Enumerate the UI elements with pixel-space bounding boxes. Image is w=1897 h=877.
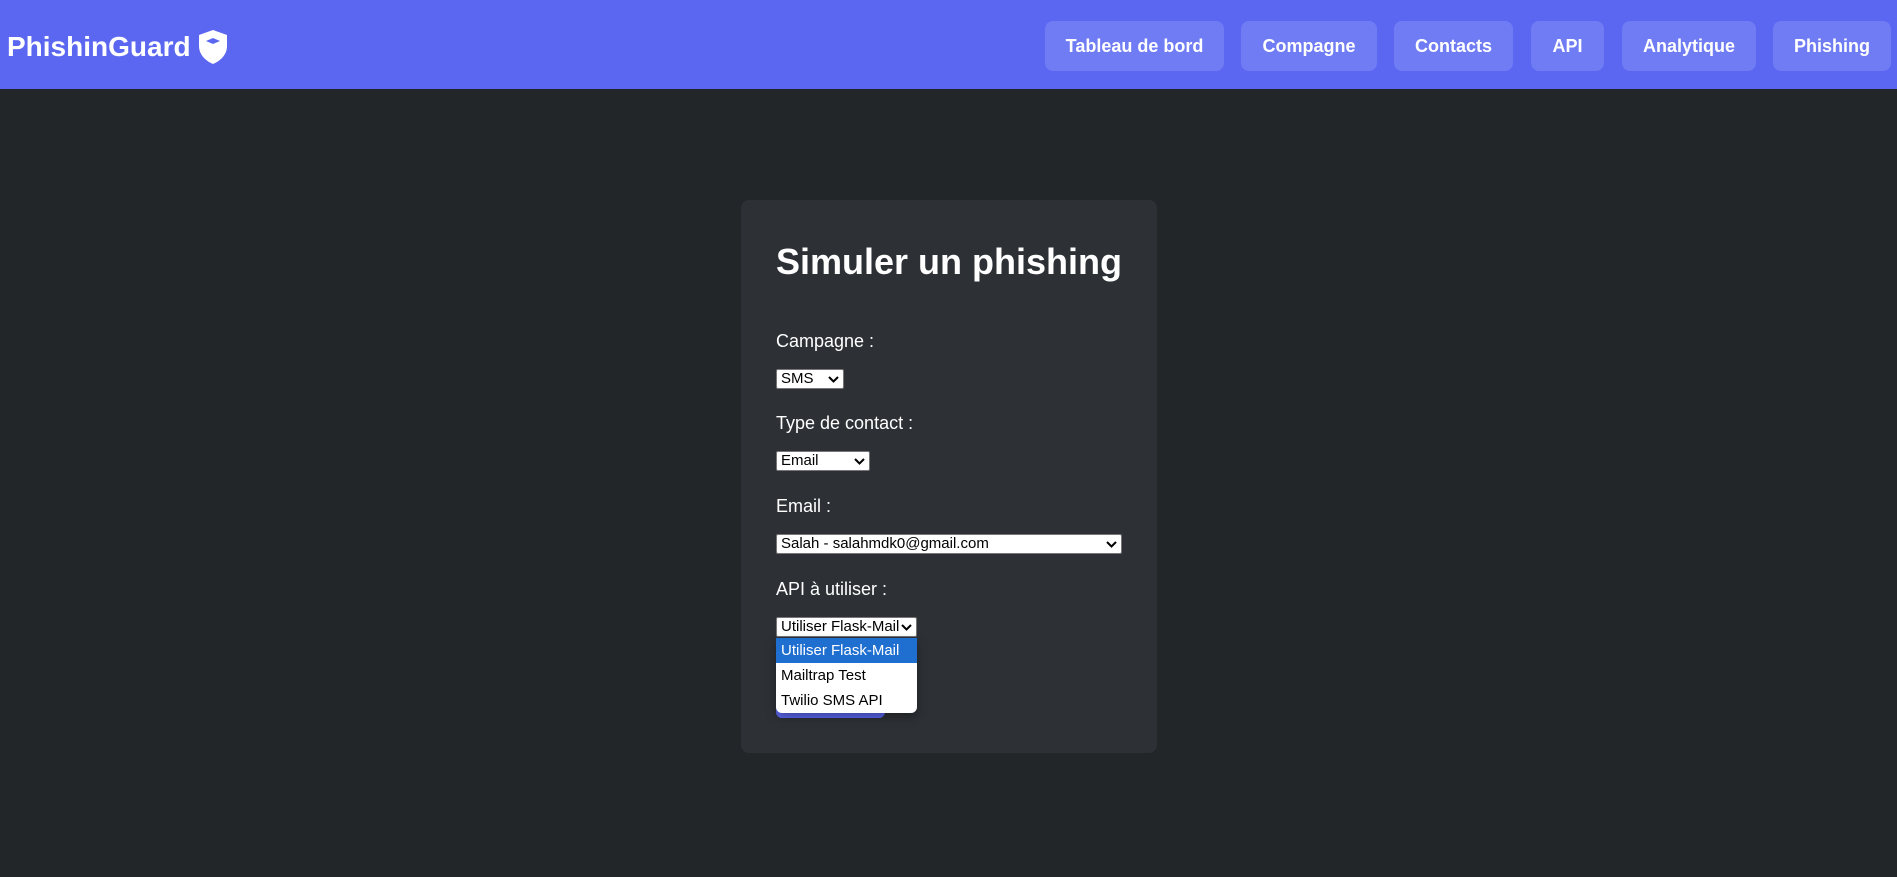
api-select[interactable]: Utiliser Flask-Mail [776,617,917,637]
api-options-dropdown: Utiliser Flask-Mail Mailtrap Test Twilio… [776,638,917,713]
nav-api[interactable]: API [1531,21,1604,71]
nav-compagne[interactable]: Compagne [1241,21,1377,71]
contact-type-select-value: Email [781,452,819,469]
chevron-down-icon [828,376,839,383]
api-option-mailtrap[interactable]: Mailtrap Test [776,663,917,688]
brand-logo[interactable]: PhishinGuard [7,29,229,65]
campaign-select-value: SMS [781,370,814,387]
nav-contacts[interactable]: Contacts [1394,21,1513,71]
chevron-down-icon [854,458,865,465]
chevron-down-icon [1106,541,1117,548]
campaign-label: Campagne : [776,331,875,351]
api-option-flask-mail[interactable]: Utiliser Flask-Mail [776,638,917,663]
brand-name: PhishinGuard [7,31,191,62]
email-label: Email : [776,496,832,516]
contact-type-select[interactable]: Email [776,451,870,471]
api-select-value: Utiliser Flask-Mail [781,618,900,635]
chevron-down-icon [901,624,912,631]
email-select[interactable]: Salah - salahmdk0@gmail.com [776,534,1122,554]
api-option-twilio[interactable]: Twilio SMS API [776,688,917,713]
shield-icon [197,29,229,65]
contact-type-label: Type de contact : [776,413,914,433]
api-label: API à utiliser : [776,579,888,599]
page-title: Simuler un phishing [775,241,1122,282]
nav-analytique[interactable]: Analytique [1622,21,1756,71]
campaign-select[interactable]: SMS [776,369,844,389]
email-select-value: Salah - salahmdk0@gmail.com [781,535,989,552]
nav-tableau-de-bord[interactable]: Tableau de bord [1045,21,1224,71]
top-navbar: PhishinGuard Tableau de bord Compagne Co… [0,0,1897,89]
nav-phishing[interactable]: Phishing [1773,21,1891,71]
